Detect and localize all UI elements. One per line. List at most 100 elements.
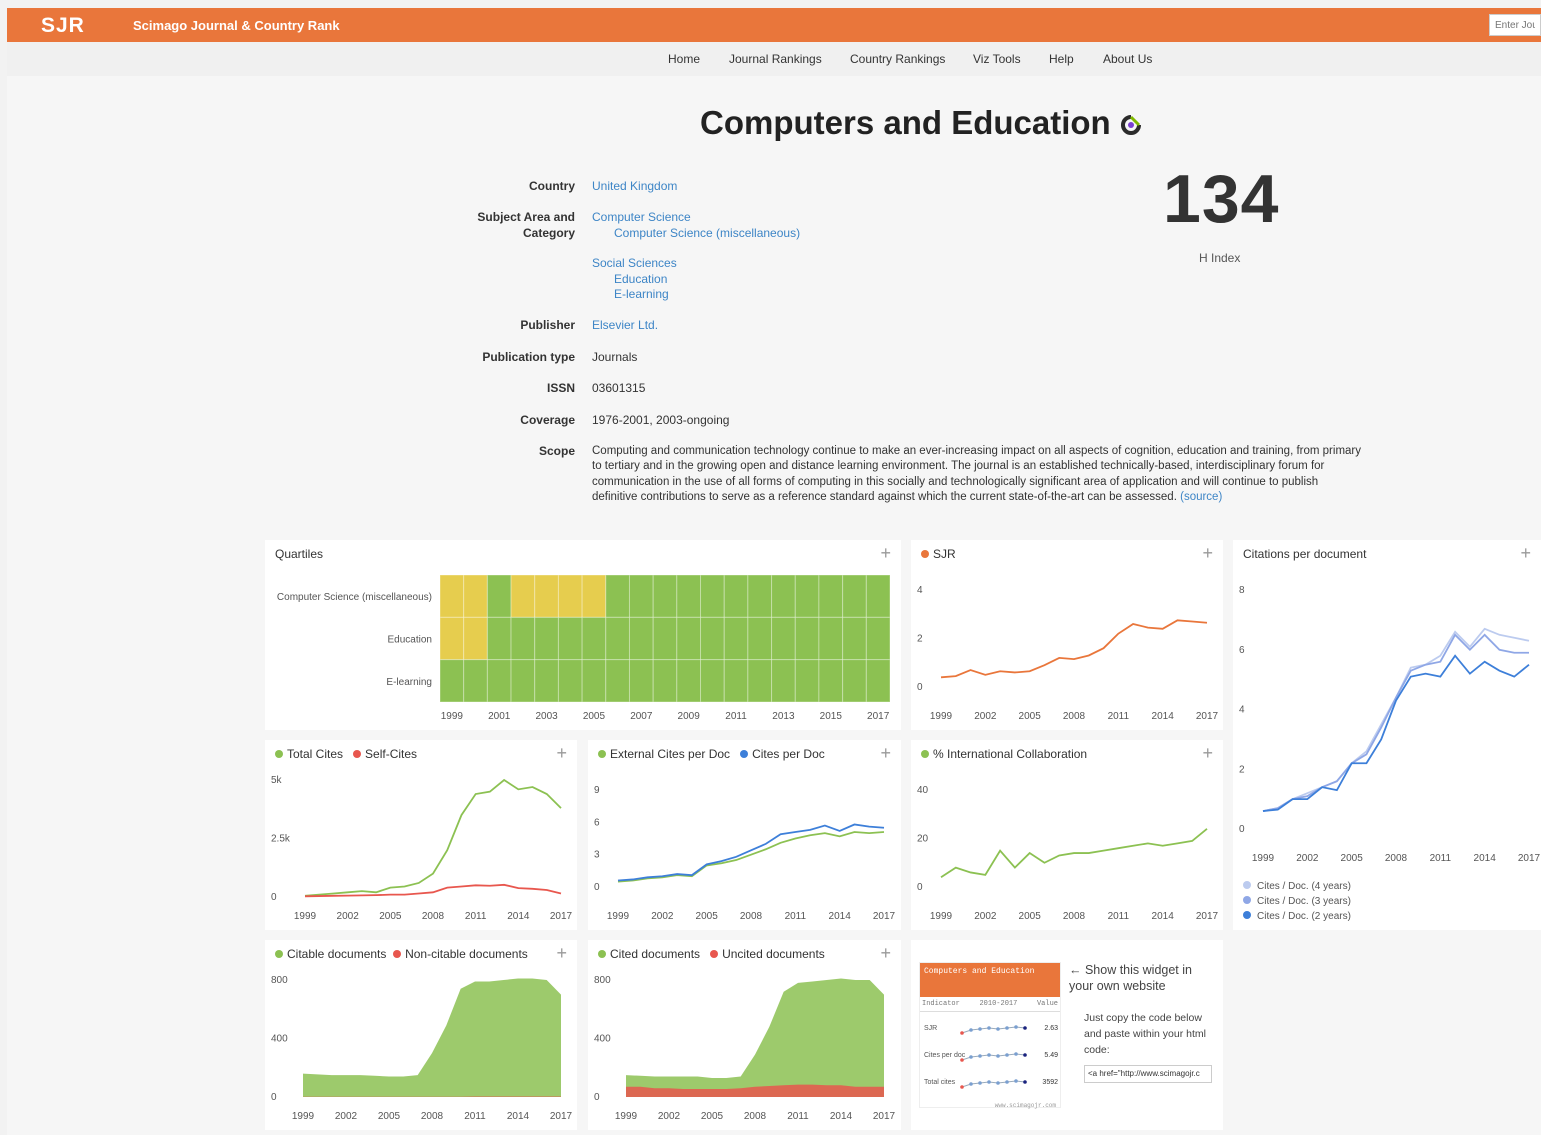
- quartile-cell: [463, 616, 488, 661]
- x-tick-label: 2017: [1196, 711, 1219, 722]
- cited-docs-panel: Cited documents Uncited documents + 0 400…: [588, 940, 901, 1130]
- cites-per-doc-panel: External Cites per Doc Cites per Doc + 0…: [588, 740, 901, 930]
- x-tick-label: 2008: [744, 1111, 767, 1122]
- widget-spark-dot: [978, 1081, 982, 1085]
- widget-code-field[interactable]: <a href="http://www.scimagojr.c: [1084, 1065, 1212, 1083]
- x-tick-label: 2011: [1108, 711, 1130, 722]
- quartile-cell: [605, 574, 630, 618]
- y-tick-label: 0: [271, 1092, 277, 1103]
- widget-sparklines: SJR 2.63 Cites per doc 5.49 Total cites 3592: [924, 1025, 1058, 1089]
- publisher-link[interactable]: Elsevier Ltd.: [592, 318, 658, 334]
- x-tick-label: 1999: [930, 711, 953, 722]
- h-index-value: 134: [1163, 161, 1280, 237]
- quartile-cell: [510, 574, 536, 618]
- x-tick-label: 2005: [378, 1111, 401, 1122]
- x-tick-label: 2002: [1296, 853, 1319, 864]
- widget-spark-dot: [1023, 1026, 1027, 1030]
- x-tick-label: 2014: [507, 911, 530, 922]
- quartile-cell: [557, 574, 583, 618]
- widget-spark-dot: [969, 1055, 973, 1059]
- y-tick-label: 0: [1239, 824, 1245, 835]
- y-tick-label: 800: [594, 975, 611, 986]
- area-social-sciences[interactable]: Social Sciences: [592, 256, 677, 272]
- y-tick-label: 6: [1239, 645, 1245, 656]
- coverage-value: 1976-2001, 2003-ongoing: [592, 413, 730, 427]
- quartile-cell: [794, 574, 820, 618]
- nav-help[interactable]: Help: [1049, 52, 1074, 66]
- crossref-icon[interactable]: [1120, 114, 1142, 136]
- y-tick-label: 0: [594, 882, 600, 893]
- nav-viz-tools[interactable]: Viz Tools: [973, 52, 1021, 66]
- quartile-cell: [581, 659, 607, 703]
- x-tick-label: 2003: [535, 711, 558, 722]
- quartile-cell: [581, 574, 607, 618]
- citations-panel: Citations per document + 0 2 4 6 8 1999 2002 20…: [1233, 540, 1541, 930]
- quartile-cell: [771, 574, 796, 618]
- widget-footer: www.scimagojr.com: [994, 1102, 1056, 1109]
- x-tick-label: 2008: [740, 911, 763, 922]
- y-tick-label: 400: [271, 1034, 288, 1045]
- y-tick-label: 8: [1239, 585, 1245, 596]
- line-series: [304, 883, 562, 898]
- site-name[interactable]: Scimago Journal & Country Rank: [133, 18, 340, 33]
- category-elearning[interactable]: E-learning: [614, 287, 669, 303]
- nav-about-us[interactable]: About Us: [1103, 52, 1152, 66]
- quartile-cell: [794, 616, 820, 661]
- quartile-cell: [865, 659, 891, 703]
- quartile-cell: [605, 616, 630, 661]
- widget-row-label: SJR: [924, 1025, 937, 1032]
- line-series: [617, 823, 885, 882]
- widget-spark-dot: [996, 1054, 1000, 1058]
- x-tick-label: 1999: [294, 911, 317, 922]
- quartile-cell: [723, 574, 749, 618]
- quartile-cell: [842, 574, 867, 618]
- widget-row-label: Total cites: [924, 1079, 956, 1086]
- top-bar: SJR Scimago Journal & Country Rank: [7, 8, 1541, 42]
- quartile-cell: [463, 574, 488, 618]
- pubtype-label: Publication type: [482, 350, 575, 364]
- country-label: Country: [529, 179, 575, 193]
- quartile-cell: [439, 659, 465, 703]
- x-tick-label: 2009: [678, 711, 701, 722]
- x-tick-label: 2008: [421, 1111, 444, 1122]
- quartile-cell: [723, 659, 749, 703]
- x-tick-label: 2011: [465, 911, 487, 922]
- x-tick-label: 1999: [615, 1111, 638, 1122]
- issn-label: ISSN: [546, 381, 575, 395]
- widget-preview[interactable]: Computers and Education Indicator 2010-20…: [919, 962, 1061, 1109]
- sjr-logo[interactable]: SJR: [41, 14, 85, 38]
- quartile-cell: [842, 659, 867, 703]
- area-computer-science[interactable]: Computer Science: [592, 210, 691, 226]
- coverage-label: Coverage: [520, 413, 575, 427]
- scope-source-link[interactable]: (source): [1180, 491, 1222, 503]
- category-education[interactable]: Education: [614, 272, 667, 288]
- nav-journal-rankings[interactable]: Journal Rankings: [729, 52, 822, 66]
- widget-row-value: 3592: [1042, 1079, 1058, 1086]
- x-tick-label: 2011: [785, 911, 807, 922]
- widget-spark-dot: [1014, 1025, 1018, 1029]
- y-tick-label: 800: [271, 975, 288, 986]
- legend-dot: [1243, 896, 1251, 904]
- widget-spark-dot: [1005, 1053, 1009, 1057]
- nav-country-rankings[interactable]: Country Rankings: [850, 52, 945, 66]
- quartile-cell: [700, 659, 725, 703]
- quartile-cell: [628, 616, 654, 661]
- x-tick-label: 2002: [974, 911, 997, 922]
- widget-banner: Computers and Education: [920, 963, 1060, 997]
- y-tick-label: 0: [917, 682, 923, 693]
- widget-row-value: 5.49: [1044, 1052, 1058, 1059]
- x-tick-label: 2008: [1385, 853, 1408, 864]
- quartile-cell: [605, 659, 630, 703]
- quartile-cell: [534, 659, 559, 703]
- x-tick-label: 2011: [464, 1111, 486, 1122]
- category-cs-misc[interactable]: Computer Science (miscellaneous): [614, 226, 800, 242]
- y-tick-label: 4: [917, 585, 923, 596]
- search-input[interactable]: [1489, 14, 1541, 36]
- country-link[interactable]: United Kingdom: [592, 179, 677, 195]
- widget-spark-dot: [987, 1080, 991, 1084]
- quartile-cell: [676, 659, 702, 703]
- x-tick-label: 2008: [422, 911, 445, 922]
- quartile-cell: [652, 574, 678, 618]
- intl-collab-chart: 0 20 40 1999 2002 2005 2008 2011 2014 2017: [917, 785, 1219, 922]
- nav-home[interactable]: Home: [668, 52, 700, 66]
